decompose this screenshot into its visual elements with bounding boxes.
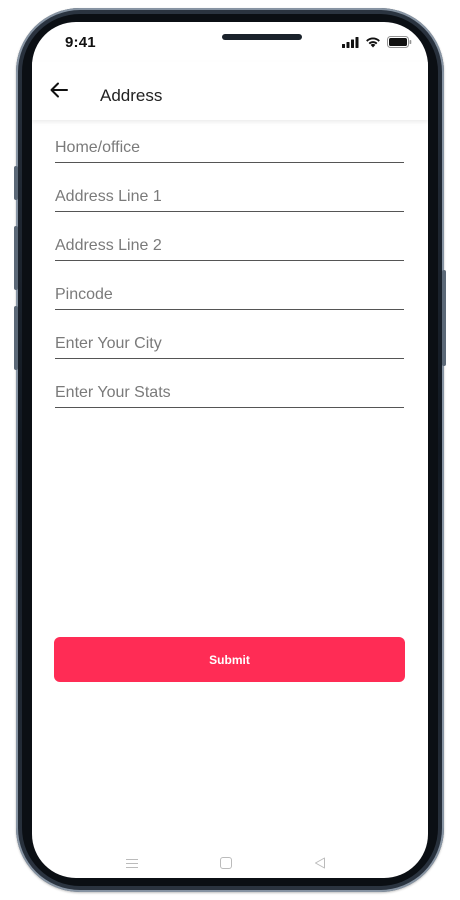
back-triangle-icon: [315, 857, 325, 869]
pincode-field[interactable]: [55, 283, 404, 307]
wifi-icon: [366, 37, 380, 48]
menu-icon: [126, 858, 138, 868]
state-field-container: [55, 381, 404, 408]
back-button[interactable]: [46, 77, 72, 103]
home-square-icon: [220, 857, 232, 869]
system-nav-bar: [32, 846, 428, 878]
city-field[interactable]: [55, 332, 404, 356]
nav-back-button[interactable]: [312, 856, 328, 870]
nav-home-button[interactable]: [218, 856, 234, 870]
status-time: 9:41: [65, 34, 96, 51]
pincode-field-container: [55, 283, 404, 310]
home-office-field-container: [55, 136, 404, 163]
address-line-2-field[interactable]: [55, 234, 404, 258]
page-title: Address: [100, 86, 163, 105]
battery-icon: [387, 36, 412, 48]
submit-button[interactable]: Submit: [54, 637, 405, 682]
phone-volume-up: [14, 226, 18, 290]
city-field-container: [55, 332, 404, 359]
app-screen: 9:41 Address Home/office Address Line 1 …: [32, 22, 428, 878]
signal-icon: [342, 36, 359, 48]
address-line-2-field-container: [55, 234, 404, 261]
status-bar: 9:41: [32, 22, 428, 62]
home-office-field[interactable]: [55, 136, 404, 160]
app-bar: Address: [32, 62, 428, 120]
phone-volume-down: [14, 306, 18, 370]
status-icons: [342, 36, 412, 48]
nav-menu-button[interactable]: [124, 856, 140, 870]
arrow-left-icon: [50, 82, 68, 98]
address-line-1-field-container: [55, 185, 404, 212]
phone-side-button: [14, 166, 18, 200]
phone-power-button: [442, 270, 446, 366]
address-line-1-field[interactable]: [55, 185, 404, 209]
state-field[interactable]: [55, 381, 404, 405]
